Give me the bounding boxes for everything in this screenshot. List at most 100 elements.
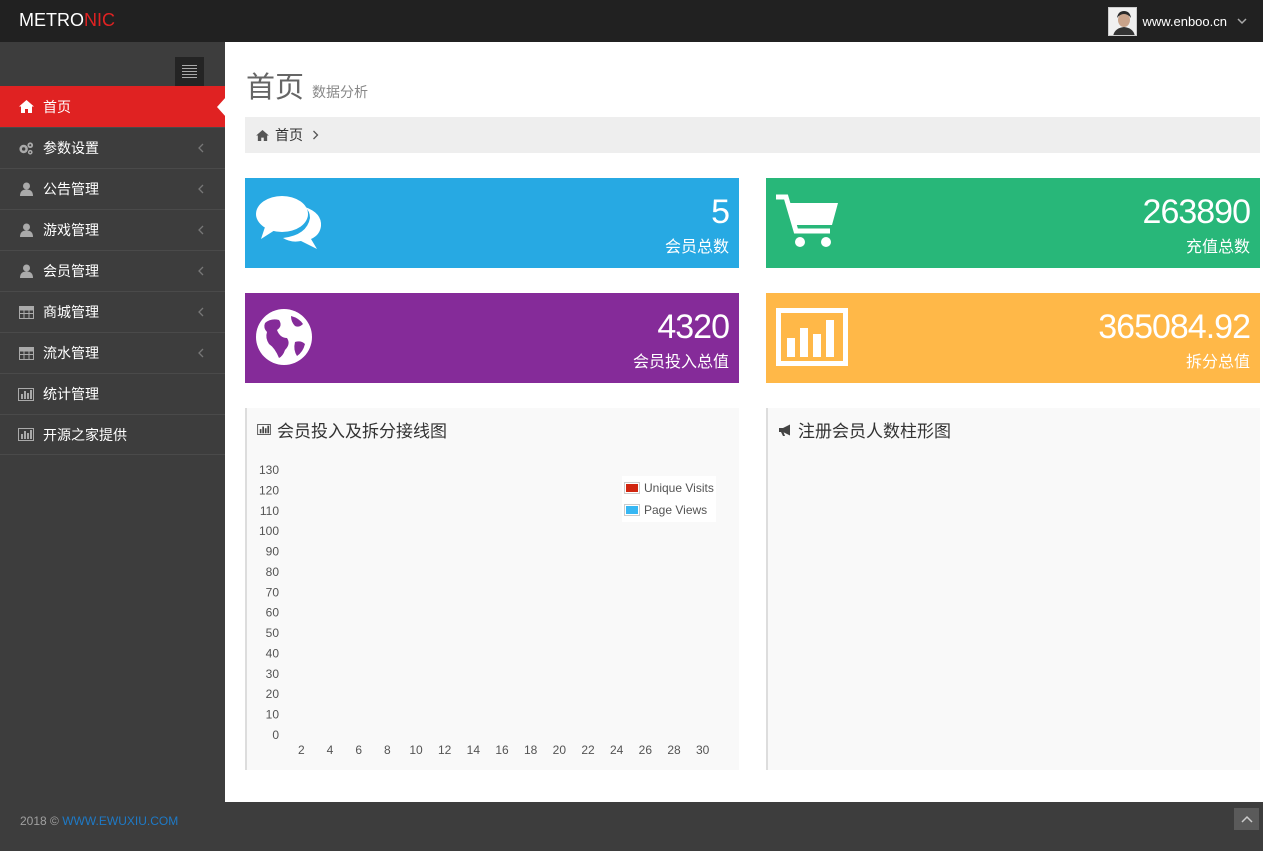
brand-logo-part1: METRO (19, 10, 84, 30)
x-tick-label: 10 (409, 743, 423, 757)
portlet-title-text: 注册会员人数柱形图 (798, 422, 951, 442)
sidebar-item-members[interactable]: 会员管理 (0, 250, 225, 291)
sidebar-item-label: 流水管理 (43, 346, 99, 362)
chevron-right-icon (313, 130, 319, 140)
copyright: 2018 © WWW.EWUXIU.COM (20, 814, 178, 828)
footer-link[interactable]: WWW.EWUXIU.COM (62, 814, 178, 828)
sidebar-item-label: 首页 (43, 99, 71, 116)
breadcrumb-home-link[interactable]: 首页 (275, 125, 303, 145)
table-icon (18, 345, 34, 361)
page-title-text: 首页 (246, 70, 305, 104)
chevron-up-icon (1240, 815, 1253, 823)
chevron-left-icon (198, 307, 204, 317)
copyright-text: 2018 © (20, 814, 63, 828)
x-tick-label: 2 (298, 743, 305, 757)
y-tick-label: 90 (266, 545, 280, 559)
sidebar-item-label: 开源之家提供 (43, 427, 127, 444)
legend-swatch (626, 484, 638, 492)
page-title: 首页 数据分析 (246, 64, 368, 106)
line-chart-portlet: 会员投入及拆分接线图 0 10 20 30 40 50 60 70 80 90 100 110 120 1… (245, 408, 739, 770)
y-tick-label: 20 (266, 687, 280, 701)
sidebar-item-home[interactable]: 首页 (0, 86, 226, 127)
user-name: www.enboo.cn (1142, 13, 1227, 29)
legend-swatch (626, 506, 638, 514)
x-tick-label: 18 (524, 743, 538, 757)
sidebar-menu: 首页 参数设置 公告管理 游戏管理 会员管理 商城管理 流水管理 统计管理 开源… (0, 86, 226, 455)
x-tick-label: 28 (667, 743, 681, 757)
x-tick-label: 26 (639, 743, 653, 757)
sidebar-item-label: 参数设置 (43, 141, 99, 157)
sidebar-item-settings[interactable]: 参数设置 (0, 127, 225, 168)
legend-label: Page Views (644, 503, 708, 517)
chevron-down-icon (1237, 18, 1247, 25)
footer: 2018 © WWW.EWUXIU.COM (0, 802, 1263, 851)
globe-icon (256, 309, 312, 365)
y-tick-label: 120 (259, 483, 279, 497)
y-tick-label: 30 (266, 667, 280, 681)
top-navbar: METRONIC www.enboo.cn (0, 0, 1263, 42)
breadcrumb: 首页 (245, 117, 1260, 153)
y-tick-label: 60 (266, 606, 280, 620)
user-menu[interactable]: www.enboo.cn (1108, 6, 1247, 36)
bullhorn-icon (779, 424, 790, 436)
chevron-left-icon (198, 348, 204, 358)
y-tick-label: 50 (266, 626, 280, 640)
y-tick-label: 10 (266, 708, 280, 722)
comments-icon (256, 196, 322, 249)
sidebar-item-opensource[interactable]: 开源之家提供 (0, 414, 225, 455)
x-tick-label: 8 (384, 743, 391, 757)
stat-card-recharge[interactable]: 263890 充值总数 (766, 178, 1260, 268)
y-tick-label: 40 (266, 646, 280, 660)
x-tick-label: 14 (467, 743, 481, 757)
y-tick-label: 110 (260, 504, 279, 518)
x-tick-label: 4 (327, 743, 334, 757)
sidebar-item-label: 游戏管理 (43, 223, 99, 239)
chevron-left-icon (198, 266, 204, 276)
user-icon (18, 263, 34, 279)
stat-label: 充值总数 (1185, 237, 1250, 256)
x-tick-label: 30 (696, 743, 710, 757)
sidebar-toggler[interactable] (175, 57, 204, 86)
stat-card-split[interactable]: 365084.92 拆分总值 (766, 293, 1260, 383)
sidebar-item-label: 统计管理 (43, 387, 99, 403)
scroll-top-button[interactable] (1234, 808, 1259, 830)
stat-card-members[interactable]: 5 会员总数 (245, 178, 739, 268)
x-tick-label: 20 (553, 743, 567, 757)
bar-chart-icon (776, 308, 848, 366)
x-tick-label: 12 (438, 743, 452, 757)
brand-logo[interactable]: METRONIC (19, 10, 115, 31)
sidebar-item-label: 商城管理 (43, 305, 99, 321)
sidebar-item-statistics[interactable]: 统计管理 (0, 373, 225, 414)
y-tick-label: 70 (266, 585, 280, 599)
sidebar-item-announcements[interactable]: 公告管理 (0, 168, 225, 209)
sidebar-item-label: 会员管理 (43, 264, 99, 280)
avatar (1108, 6, 1138, 36)
home-icon (256, 129, 269, 141)
legend-label: Unique Visits (644, 481, 714, 495)
stat-value: 5 (711, 193, 730, 231)
y-tick-label: 80 (266, 565, 280, 579)
chevron-left-icon (198, 225, 204, 235)
home-icon (18, 99, 34, 115)
sidebar-item-mall[interactable]: 商城管理 (0, 291, 225, 332)
stat-card-investment[interactable]: 4320 会员投入总值 (245, 293, 739, 383)
chevron-left-icon (198, 143, 204, 153)
x-tick-label: 24 (610, 743, 624, 757)
sidebar-item-transactions[interactable]: 流水管理 (0, 332, 225, 373)
chevron-left-icon (198, 184, 204, 194)
stat-label: 会员总数 (664, 237, 729, 256)
x-tick-label: 22 (581, 743, 595, 757)
page-subtitle: 数据分析 (312, 85, 369, 101)
main-content: 首页 数据分析 首页 5 会员总数 263890 充值总数 4320 会员投入总… (225, 42, 1263, 802)
brand-logo-part2: NIC (84, 10, 115, 30)
shopping-cart-icon (776, 194, 838, 247)
stat-value: 263890 (1142, 193, 1251, 231)
stat-value: 365084.92 (1098, 308, 1251, 346)
portlet-title: 注册会员人数柱形图 (778, 417, 951, 442)
bar-chart-icon (18, 427, 34, 443)
stat-label: 会员投入总值 (632, 352, 729, 371)
sidebar-item-games[interactable]: 游戏管理 (0, 209, 225, 250)
y-tick-label: 0 (272, 728, 279, 742)
x-tick-label: 16 (495, 743, 509, 757)
bar-chart-icon (18, 386, 34, 402)
